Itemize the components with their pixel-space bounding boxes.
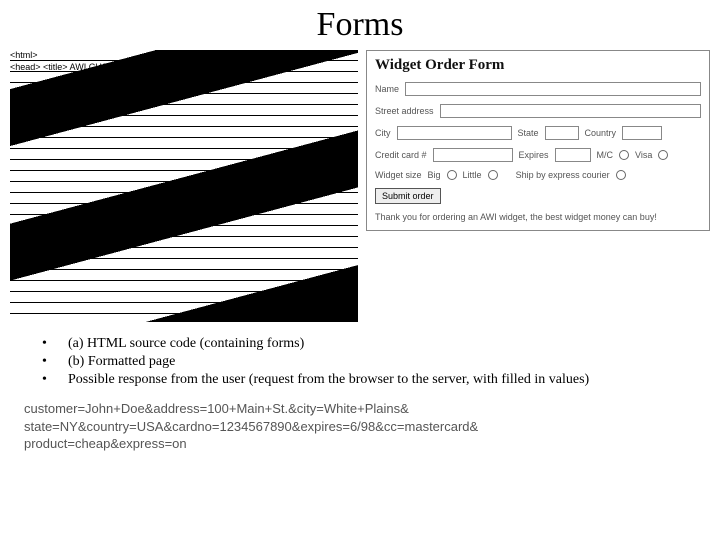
radio-ship[interactable]	[616, 170, 626, 180]
slide-title: Forms	[0, 0, 720, 44]
bullet-dot: •	[42, 372, 68, 388]
upper-row: <html> <head> <title> AWI CUSTOMER ORDER…	[0, 44, 720, 322]
label-expires: Expires	[519, 150, 549, 160]
bullet-dot: •	[42, 354, 68, 370]
input-card[interactable]	[433, 148, 513, 162]
label-visa: Visa	[635, 150, 652, 160]
label-city: City	[375, 128, 391, 138]
source-code-panel: <html> <head> <title> AWI CUSTOMER ORDER…	[10, 50, 358, 322]
artifact-stripes	[10, 50, 358, 322]
label-street: Street address	[375, 106, 434, 116]
radio-visa[interactable]	[658, 150, 668, 160]
bullet-dot: •	[42, 336, 68, 352]
bullet-text: Possible response from the user (request…	[68, 372, 589, 388]
label-mc: M/C	[597, 150, 614, 160]
label-widget-size: Widget size	[375, 170, 422, 180]
response-line: customer=John+Doe&address=100+Main+St.&c…	[24, 400, 710, 418]
submit-button[interactable]: Submit order	[375, 188, 441, 204]
response-block: customer=John+Doe&address=100+Main+St.&c…	[0, 394, 720, 453]
bullet-item: • (a) HTML source code (containing forms…	[42, 336, 702, 352]
rendered-form-panel: Widget Order Form Name Street address Ci…	[366, 50, 710, 231]
label-card: Credit card #	[375, 150, 427, 160]
input-name[interactable]	[405, 82, 701, 96]
response-line: product=cheap&express=on	[24, 435, 710, 453]
label-big: Big	[428, 170, 441, 180]
label-country: Country	[585, 128, 617, 138]
bullet-item: • (b) Formatted page	[42, 354, 702, 370]
input-state[interactable]	[545, 126, 579, 140]
label-state: State	[518, 128, 539, 138]
row-card: Credit card # Expires M/C Visa	[375, 148, 701, 162]
label-ship: Ship by express courier	[516, 170, 610, 180]
input-street[interactable]	[440, 104, 701, 118]
input-city[interactable]	[397, 126, 512, 140]
bullet-text: (a) HTML source code (containing forms)	[68, 336, 304, 352]
row-name: Name	[375, 82, 701, 96]
form-heading: Widget Order Form	[375, 57, 701, 74]
row-street: Street address	[375, 104, 701, 118]
source-line-1: <html>	[10, 50, 358, 62]
radio-big[interactable]	[447, 170, 457, 180]
row-city: City State Country	[375, 126, 701, 140]
bullet-text: (b) Formatted page	[68, 354, 175, 370]
input-expires[interactable]	[555, 148, 591, 162]
radio-mc[interactable]	[619, 150, 629, 160]
label-name: Name	[375, 84, 399, 94]
bullet-item: • Possible response from the user (reque…	[42, 372, 702, 388]
input-country[interactable]	[622, 126, 662, 140]
thank-you-text: Thank you for ordering an AWI widget, th…	[375, 212, 701, 222]
bullet-list: • (a) HTML source code (containing forms…	[0, 322, 720, 394]
label-little: Little	[463, 170, 482, 180]
response-line: state=NY&country=USA&cardno=1234567890&e…	[24, 418, 710, 436]
source-line-2: <head> <title> AWI CUSTOMER ORDERING FOR…	[10, 62, 358, 74]
radio-little[interactable]	[488, 170, 498, 180]
row-widget: Widget size Big Little Ship by express c…	[375, 170, 701, 180]
